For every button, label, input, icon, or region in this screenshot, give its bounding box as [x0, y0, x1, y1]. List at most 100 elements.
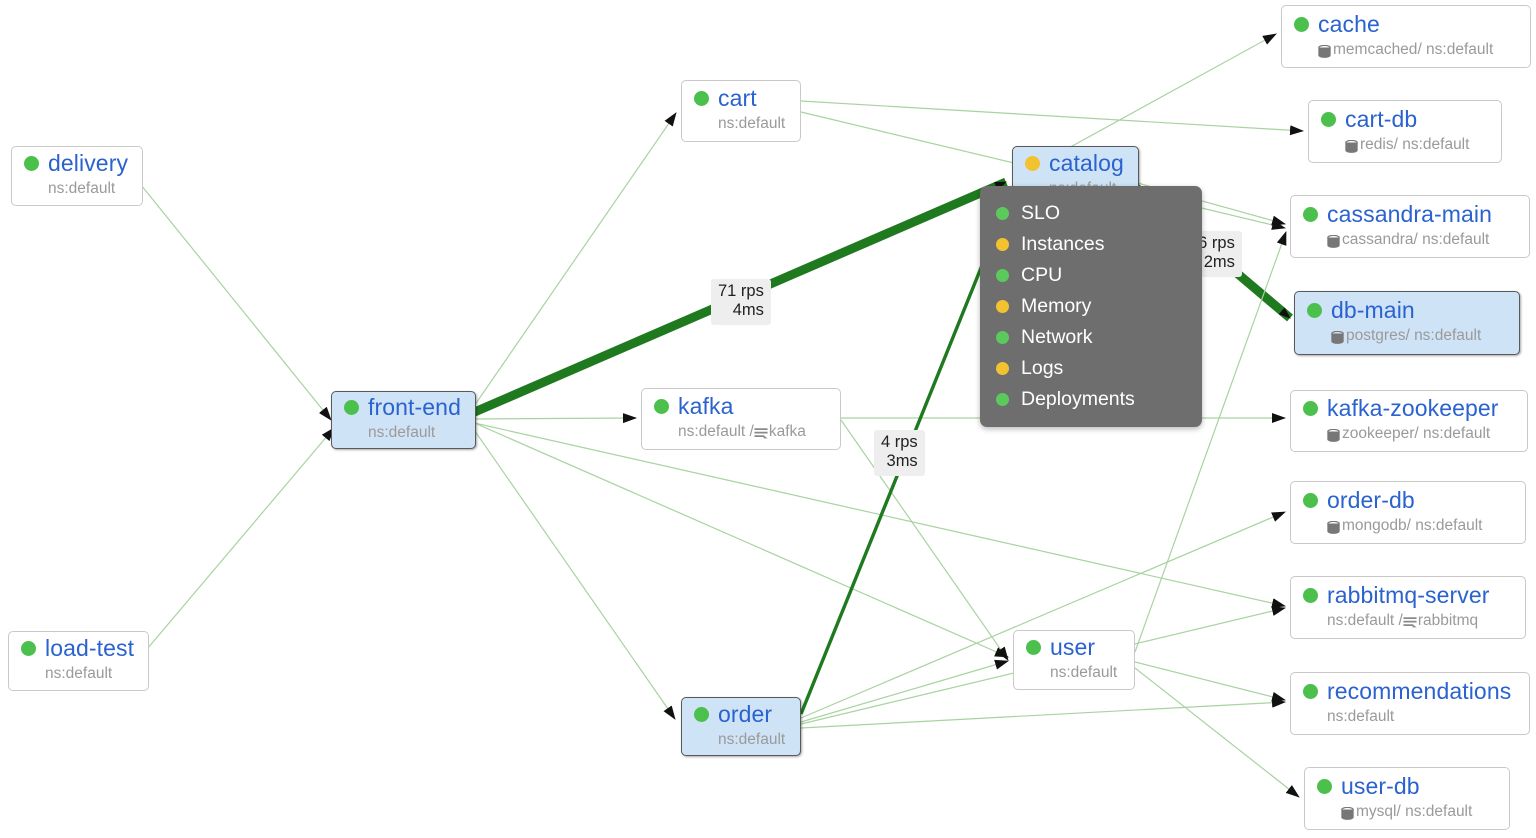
- node-name-label[interactable]: cache: [1318, 12, 1380, 36]
- node-db-main[interactable]: db-main postgres / ns:default: [1294, 291, 1520, 355]
- node-name-label[interactable]: user-db: [1341, 774, 1420, 798]
- node-title-row: catalog: [1025, 152, 1124, 175]
- tooltip-status-dot-ok-icon: [996, 393, 1009, 406]
- edge-cart-to-cart-db[interactable]: [800, 100, 1304, 136]
- service-map-canvas[interactable]: delivery ns:default load-test ns:default fro…: [0, 0, 1536, 838]
- status-dot-warn-icon: [1025, 156, 1040, 171]
- database-icon: [1345, 139, 1358, 154]
- edge-label-latency: 4ms: [732, 301, 764, 320]
- node-subtitle-text: zookeeper: [1342, 425, 1415, 442]
- edge-load-test-to-front-end[interactable]: [141, 427, 335, 656]
- node-name-label[interactable]: order: [718, 702, 772, 726]
- node-rabbitmq-server[interactable]: rabbitmq-server ns:default / rabbitmq: [1290, 576, 1526, 639]
- node-subtitle: ns:default: [1050, 664, 1120, 682]
- node-subtitle-text: ns:default: [45, 665, 113, 682]
- node-title-row: delivery: [24, 152, 128, 175]
- node-subtitle-ns: / ns:default: [1414, 425, 1491, 442]
- edge-label-rps: 71 rps: [718, 282, 764, 300]
- tooltip-row-label: CPU: [1021, 264, 1063, 286]
- node-name-label[interactable]: user: [1050, 636, 1095, 659]
- status-dot-ok-icon: [694, 91, 709, 106]
- node-title-row: cart-db: [1321, 107, 1487, 131]
- node-cart-db[interactable]: cart-db redis / ns:default: [1308, 100, 1502, 163]
- node-title-row: front-end: [344, 396, 461, 419]
- node-subtitle-ns: / ns:default: [1405, 327, 1482, 344]
- tooltip-status-dot-warn-icon: [996, 362, 1009, 375]
- node-subtitle: ns:default: [1327, 708, 1515, 726]
- node-name-label[interactable]: db-main: [1331, 299, 1415, 322]
- node-name-label[interactable]: delivery: [48, 152, 128, 175]
- node-load-test[interactable]: load-test ns:default: [8, 631, 150, 691]
- node-title-row: cart: [694, 87, 786, 110]
- status-dot-ok-icon: [1307, 303, 1322, 318]
- tooltip-row-label: SLO: [1021, 202, 1061, 224]
- node-subtitle-ns: / ns:default: [1413, 230, 1490, 248]
- node-subtitle: ns:default: [718, 115, 786, 133]
- node-subtitle: ns:default / kafka: [678, 423, 826, 441]
- node-subtitle-ns: ns:default /: [678, 423, 754, 440]
- node-title-row: user-db: [1317, 774, 1495, 798]
- node-name-label[interactable]: cassandra-main: [1327, 202, 1492, 226]
- tooltip-row-slo[interactable]: SLO: [996, 198, 1180, 229]
- node-kafka-zookeeper[interactable]: kafka-zookeeper zookeeper / ns:default: [1290, 390, 1528, 452]
- node-name-label[interactable]: recommendations: [1327, 679, 1511, 703]
- database-icon: [1341, 806, 1354, 821]
- edge-order-to-recommendations[interactable]: [800, 697, 1286, 729]
- node-cache[interactable]: cache memcached / ns:default: [1281, 5, 1531, 68]
- node-cart[interactable]: cart ns:default: [681, 80, 801, 142]
- node-kafka[interactable]: kafka ns:default / kafka: [641, 388, 841, 450]
- node-user-db[interactable]: user-db mysql / ns:default: [1304, 767, 1510, 830]
- node-title-row: rabbitmq-server: [1303, 583, 1511, 607]
- edge-front-end-to-order[interactable]: [469, 423, 676, 720]
- node-subtitle: ns:default: [45, 665, 134, 683]
- node-title-row: kafka-zookeeper: [1303, 397, 1513, 420]
- node-name-label[interactable]: kafka-zookeeper: [1327, 397, 1499, 420]
- node-name-label[interactable]: catalog: [1049, 152, 1124, 175]
- tooltip-row-instances[interactable]: Instances: [996, 229, 1180, 260]
- edge-order-to-user[interactable]: [800, 659, 1009, 723]
- tooltip-row-cpu[interactable]: CPU: [996, 260, 1180, 291]
- tooltip-row-network[interactable]: Network: [996, 322, 1180, 353]
- node-name-label[interactable]: cart: [718, 87, 757, 110]
- node-order-db[interactable]: order-db mongodb / ns:default: [1290, 481, 1526, 544]
- node-order[interactable]: order ns:default: [681, 697, 801, 756]
- node-name-label[interactable]: cart-db: [1345, 107, 1417, 131]
- node-user[interactable]: user ns:default: [1013, 630, 1135, 690]
- edge-front-end-to-cart[interactable]: [469, 112, 677, 413]
- node-subtitle-ns: / ns:default: [1417, 40, 1494, 58]
- node-subtitle: mongodb / ns:default: [1327, 517, 1511, 535]
- edge-front-end-to-user[interactable]: [469, 420, 1009, 658]
- node-name-label[interactable]: rabbitmq-server: [1327, 583, 1490, 607]
- node-subtitle-text: kafka: [768, 423, 806, 440]
- status-dot-ok-icon: [694, 706, 709, 722]
- node-subtitle: ns:default: [368, 424, 461, 442]
- node-name-label[interactable]: load-test: [45, 637, 134, 660]
- node-name-label[interactable]: front-end: [368, 396, 461, 419]
- node-subtitle-ns: / ns:default: [1396, 802, 1473, 820]
- node-name-label[interactable]: order-db: [1327, 488, 1415, 512]
- edge-user-to-recommendations[interactable]: [1134, 661, 1286, 702]
- edge-label-rps: 4 rps: [881, 433, 918, 451]
- node-cassandra-main[interactable]: cassandra-main cassandra / ns:default: [1290, 195, 1530, 258]
- tooltip-row-memory[interactable]: Memory: [996, 291, 1180, 322]
- tooltip-row-label: Deployments: [1021, 388, 1135, 410]
- tooltip-row-deployments[interactable]: Deployments: [996, 384, 1180, 415]
- node-subtitle-ns: / ns:default: [1406, 516, 1483, 534]
- node-title-row: user: [1026, 636, 1120, 659]
- node-front-end[interactable]: front-end ns:default: [331, 391, 476, 449]
- node-name-label[interactable]: kafka: [678, 395, 733, 418]
- node-subtitle-text: ns:default: [48, 180, 116, 197]
- edge-delivery-to-front-end[interactable]: [136, 179, 332, 421]
- node-subtitle-text: ns:default: [368, 424, 436, 441]
- edge-user-to-user-db[interactable]: [1134, 667, 1300, 798]
- node-subtitle: zookeeper / ns:default: [1327, 425, 1513, 443]
- status-dot-ok-icon: [1303, 206, 1318, 222]
- tooltip-row-logs[interactable]: Logs: [996, 353, 1180, 384]
- edge-front-end-to-kafka[interactable]: [469, 413, 637, 424]
- node-subtitle: postgres / ns:default: [1331, 327, 1505, 345]
- status-dot-ok-icon: [21, 641, 36, 656]
- node-tooltip-catalog: SLO Instances CPU Memory Network Logs Deployme…: [980, 186, 1202, 427]
- node-recommendations[interactable]: recommendations ns:default: [1290, 672, 1530, 735]
- node-subtitle-text: postgres: [1346, 327, 1406, 344]
- node-delivery[interactable]: delivery ns:default: [11, 146, 144, 206]
